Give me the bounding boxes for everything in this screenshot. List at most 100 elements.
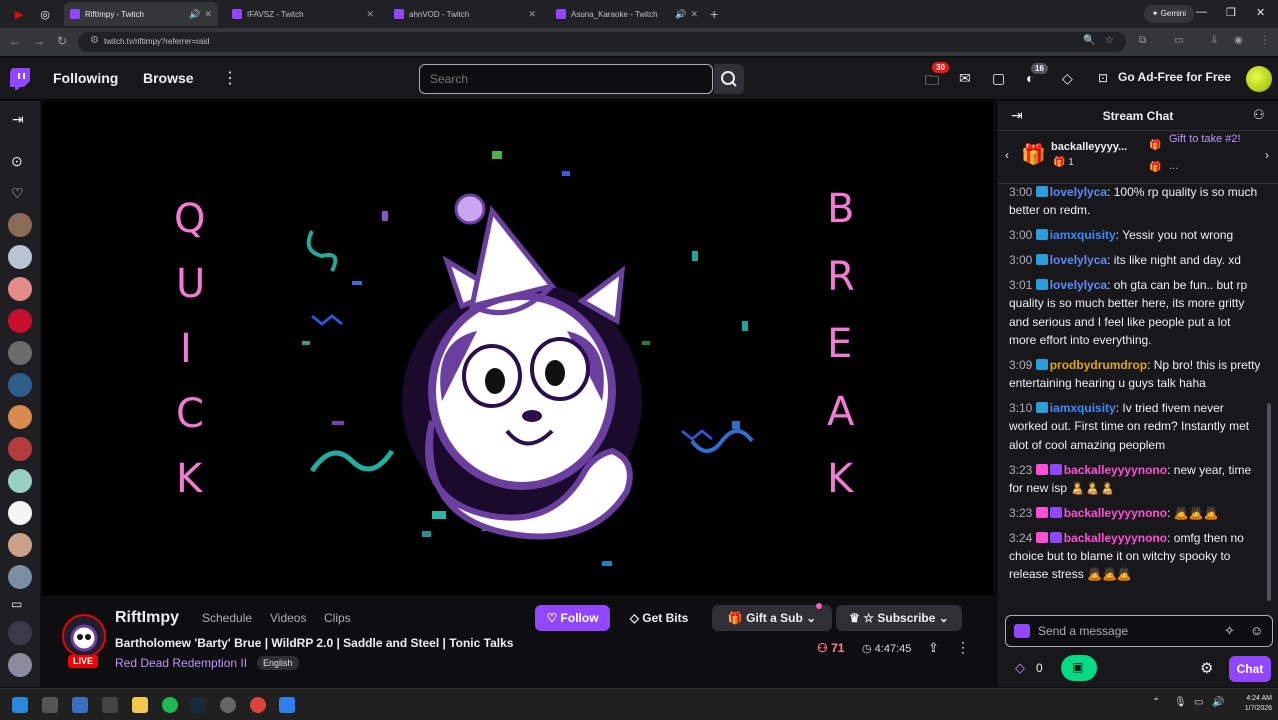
bookmark-star-icon[interactable]: ☆ xyxy=(1105,35,1114,46)
heart-badge-icon[interactable] xyxy=(1035,506,1048,518)
menu-dots-icon[interactable]: ⋮ xyxy=(1260,35,1270,46)
zoom-icon[interactable]: 🔍 xyxy=(1083,35,1095,46)
video-player[interactable]: Q U I C K B R E A K xyxy=(42,101,994,595)
chevron-right-icon[interactable]: › xyxy=(1265,148,1269,162)
heart-badge-icon[interactable] xyxy=(1035,531,1048,543)
windows-start-icon[interactable] xyxy=(12,697,28,713)
chevron-left-icon[interactable]: ‹ xyxy=(1005,148,1009,162)
browser-tab[interactable]: Asuna_Karaoke - Twitch 🔊 ✕ xyxy=(550,2,704,26)
chat-identity-icon[interactable] xyxy=(1014,624,1030,638)
chevron-up-icon[interactable]: ⌃ xyxy=(1152,697,1160,708)
download-icon[interactable]: ⇩ xyxy=(1210,35,1218,46)
channel-avatar[interactable] xyxy=(8,533,32,557)
pinned-tab-youtube[interactable]: ▶ xyxy=(8,3,30,25)
chat-username[interactable]: lovelylyca xyxy=(1050,253,1107,267)
app-icon[interactable] xyxy=(102,697,118,713)
follow-button[interactable]: ♡ Follow xyxy=(535,605,610,631)
chat-username[interactable]: backalleyyyynono xyxy=(1064,531,1167,545)
inbox-icon[interactable]: ✉ xyxy=(959,70,971,87)
go-ad-free-button[interactable]: Go Ad-Free for Free xyxy=(1118,70,1231,84)
crown-badge-icon[interactable] xyxy=(1035,358,1048,370)
task-view-icon[interactable] xyxy=(72,697,88,713)
chat-input[interactable]: Send a message ✧ ☺ xyxy=(1005,615,1273,647)
forward-arrow-icon[interactable]: → xyxy=(33,34,45,48)
url-field[interactable]: twitch.tv/riftimpy?referrer=raid xyxy=(78,32,1126,52)
chat-username[interactable]: iamxquisity xyxy=(1050,401,1116,415)
minimize-icon[interactable]: — xyxy=(1196,6,1207,18)
search-button[interactable] xyxy=(714,64,744,94)
close-tab-icon[interactable]: ✕ xyxy=(366,9,374,20)
gift-to-take[interactable]: Gift to take #2! xyxy=(1169,133,1259,145)
speaker-icon[interactable]: 🔊 xyxy=(189,9,200,20)
back-arrow-icon[interactable]: ← xyxy=(9,34,21,48)
star-badge-icon[interactable] xyxy=(1049,463,1062,475)
following-channels-icon[interactable]: ⊙ xyxy=(11,153,23,170)
bits-icon[interactable]: ◇ xyxy=(1062,70,1073,87)
twitch-logo-icon[interactable] xyxy=(9,67,31,91)
channel-name[interactable]: RiftImpy xyxy=(115,609,179,627)
channel-avatar[interactable] xyxy=(8,437,32,461)
chat-scrollbar[interactable] xyxy=(1267,403,1271,601)
browser-tab[interactable]: ahnVOD - Twitch ✕ xyxy=(388,2,542,26)
app-icon[interactable] xyxy=(279,697,295,713)
chrome-icon[interactable] xyxy=(250,697,266,713)
more-options-icon[interactable]: ⋮ xyxy=(956,639,970,656)
gift-top-user[interactable]: backalleyyyy... xyxy=(1051,141,1127,153)
channel-avatar[interactable] xyxy=(8,277,32,301)
video-camera-icon[interactable]: ▭ xyxy=(11,597,22,611)
chat-username[interactable]: backalleyyyynono xyxy=(1064,506,1167,520)
close-window-icon[interactable]: ✕ xyxy=(1256,6,1265,19)
community-icon[interactable]: ⚇ xyxy=(1253,107,1265,123)
channel-avatar[interactable] xyxy=(8,373,32,397)
channel-avatar[interactable] xyxy=(8,213,32,237)
star-badge-icon[interactable] xyxy=(1049,531,1062,543)
gift-sub-button[interactable]: 🎁 Gift a Sub ⌄ xyxy=(712,605,832,631)
extensions-icon[interactable]: ⧉ xyxy=(1139,35,1146,46)
settings-gear-icon[interactable]: ⚙ xyxy=(1200,659,1213,677)
chat-send-button[interactable]: Chat xyxy=(1229,656,1271,682)
channel-avatar[interactable] xyxy=(8,341,32,365)
star-badge-icon[interactable] xyxy=(1049,506,1062,518)
sidebar-icon[interactable]: ▭ xyxy=(1174,35,1183,46)
profile-icon[interactable]: ◉ xyxy=(1234,35,1243,46)
microphone-icon[interactable]: 🎙 xyxy=(1174,697,1187,708)
channel-avatar[interactable] xyxy=(8,309,32,333)
crown-badge-icon[interactable] xyxy=(1035,254,1048,265)
browser-tab[interactable]: IFAVSZ - Twitch ✕ xyxy=(226,2,380,26)
close-tab-icon[interactable]: ✕ xyxy=(528,9,536,20)
notifications-icon[interactable]: 🗀 xyxy=(925,70,939,94)
channel-points-button[interactable]: ▣ xyxy=(1061,655,1097,681)
volume-icon[interactable]: 🔊 xyxy=(1212,697,1224,708)
browse-link[interactable]: Browse xyxy=(143,70,194,86)
chat-username[interactable]: lovelylyca xyxy=(1050,185,1107,199)
user-avatar[interactable] xyxy=(1246,66,1272,92)
gemini-button[interactable]: ✦ Gemini xyxy=(1143,5,1194,23)
channel-avatar[interactable] xyxy=(8,245,32,269)
new-tab-button[interactable]: + xyxy=(710,6,718,22)
crown-badge-icon[interactable] xyxy=(1035,229,1048,241)
tab-videos[interactable]: Videos xyxy=(270,611,306,625)
emote-picker-icon[interactable]: ☺ xyxy=(1250,616,1263,646)
system-clock[interactable]: 4:24 AM 1/7/2026 xyxy=(1230,694,1272,714)
following-link[interactable]: Following xyxy=(53,70,118,86)
channel-avatar[interactable] xyxy=(8,565,32,589)
tab-clips[interactable]: Clips xyxy=(324,611,351,625)
browser-tab[interactable]: RiftImpy - Twitch 🔊 ✕ xyxy=(64,2,218,26)
site-info-icon[interactable]: ⚙ xyxy=(90,35,99,46)
heart-badge-icon[interactable] xyxy=(1035,463,1048,475)
search-input[interactable] xyxy=(419,64,713,94)
chat-username[interactable]: prodbydrumdrop xyxy=(1050,358,1147,372)
sparkle-icon[interactable]: ✧ xyxy=(1224,616,1235,646)
crown-badge-icon[interactable] xyxy=(1035,186,1048,197)
crown-badge-icon[interactable] xyxy=(1035,402,1048,414)
bits-icon[interactable]: ◇ xyxy=(1015,660,1025,676)
whispers-icon[interactable]: ▢ xyxy=(992,70,1005,87)
crown-badge-icon[interactable] xyxy=(1035,278,1048,290)
channel-avatar[interactable] xyxy=(8,405,32,429)
channel-avatar[interactable] xyxy=(8,501,32,525)
network-icon[interactable]: ▭ xyxy=(1194,697,1203,708)
channel-avatar[interactable] xyxy=(8,653,32,677)
language-tag[interactable]: English xyxy=(257,656,299,670)
steam-icon[interactable] xyxy=(190,697,206,713)
file-explorer-icon[interactable] xyxy=(132,697,148,713)
